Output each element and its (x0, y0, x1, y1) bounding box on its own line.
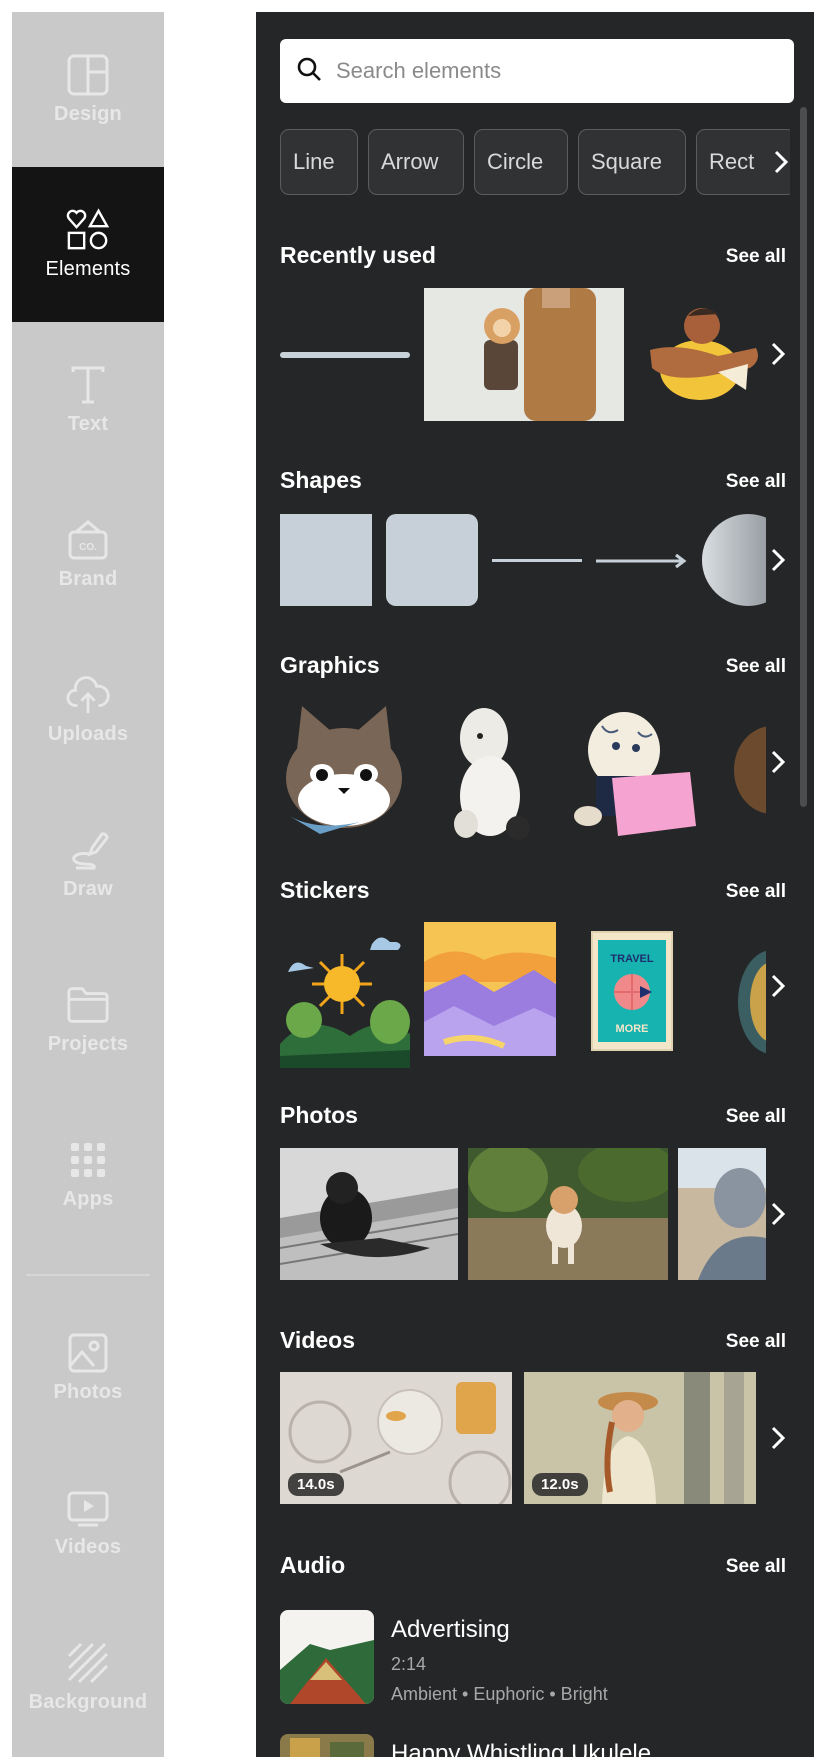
sidebar-item-photos[interactable]: Photos (12, 1290, 164, 1445)
section-title-photos: Photos (280, 1102, 358, 1128)
sidebar-item-design[interactable]: Design (12, 12, 164, 167)
graphic-dog-with-sign[interactable] (568, 706, 698, 842)
photo-black-dog[interactable] (280, 1148, 458, 1280)
pen-icon (66, 828, 110, 872)
audio-cover-advertising[interactable] (280, 1610, 374, 1704)
sidebar-item-label: Uploads (47, 723, 129, 745)
sidebar-item-label: Apps (62, 1188, 114, 1210)
video-thumbnail-woman-hat[interactable]: 12.0s (524, 1372, 756, 1504)
chevron-right-icon[interactable] (764, 1200, 792, 1228)
see-all-graphics-link[interactable]: See all (706, 656, 786, 678)
image-icon (66, 1331, 110, 1375)
chevron-right-icon[interactable] (766, 147, 796, 177)
search-box[interactable] (280, 39, 794, 103)
shape-square[interactable] (280, 514, 372, 606)
sticker-mountains[interactable] (424, 922, 556, 1056)
audio-track-tags: Ambient • Euphoric • Bright (391, 1684, 608, 1704)
sidebar-item-elements[interactable]: Elements (12, 167, 164, 322)
sidebar: Design Elements Text CO. Brand Uploads D… (12, 12, 164, 1757)
sidebar-item-label: Text (67, 413, 109, 435)
sidebar-item-text[interactable]: Text (12, 322, 164, 477)
section-title-stickers: Stickers (280, 877, 370, 903)
sidebar-item-label: Videos (54, 1536, 122, 1558)
photo-person-partial[interactable] (678, 1148, 766, 1280)
sidebar-item-background[interactable]: Background (12, 1600, 164, 1755)
svg-text:CO.: CO. (79, 542, 97, 553)
sidebar-item-projects[interactable]: Projects (12, 942, 164, 1097)
recent-graphic-person[interactable] (638, 298, 766, 410)
chip-line[interactable]: Line (280, 129, 358, 195)
sidebar-item-label: Elements (45, 258, 131, 280)
recent-photo-man-with-dog[interactable] (424, 288, 624, 421)
video-icon (66, 1486, 110, 1530)
sidebar-item-label: Design (54, 103, 122, 125)
cloud-upload-icon (66, 673, 110, 717)
photo-shiba-dog[interactable] (468, 1148, 668, 1280)
sidebar-item-apps[interactable]: Apps (12, 1097, 164, 1252)
text-icon (66, 363, 110, 407)
sidebar-item-label: Brand (58, 568, 118, 590)
search-icon (296, 56, 322, 87)
sidebar-item-label: Draw (63, 878, 113, 900)
chevron-right-icon[interactable] (764, 1424, 792, 1452)
audio-track-duration: 2:14 (391, 1654, 427, 1674)
audio-track-title[interactable]: Advertising (391, 1616, 510, 1644)
sticker-sun-landscape[interactable] (280, 924, 410, 1068)
chevron-right-icon[interactable] (764, 546, 792, 574)
sticker-travel-more[interactable]: TRAVEL MORE (590, 930, 674, 1052)
search-input[interactable] (336, 58, 776, 84)
layout-icon (66, 53, 110, 97)
video-thumbnail-drinks[interactable]: 14.0s (280, 1372, 512, 1504)
video-duration-badge: 14.0s (288, 1473, 344, 1496)
sidebar-item-uploads[interactable]: Uploads (12, 632, 164, 787)
background-pattern-icon (66, 1641, 110, 1685)
see-all-photos-link[interactable]: See all (706, 1106, 786, 1128)
folder-icon (66, 983, 110, 1027)
shape-line[interactable] (492, 559, 582, 562)
sidebar-item-videos[interactable]: Videos (12, 1445, 164, 1600)
see-all-stickers-link[interactable]: See all (706, 881, 786, 903)
sidebar-item-draw[interactable]: Draw (12, 787, 164, 942)
see-all-shapes-link[interactable]: See all (706, 471, 786, 493)
sidebar-item-label: Projects (47, 1033, 129, 1055)
section-title-shapes: Shapes (280, 467, 362, 493)
chip-arrow[interactable]: Arrow (368, 129, 464, 195)
section-title-videos: Videos (280, 1327, 355, 1353)
chevron-right-icon[interactable] (764, 340, 792, 368)
chip-square[interactable]: Square (578, 129, 686, 195)
chevron-right-icon[interactable] (764, 972, 792, 1000)
audio-track-title[interactable]: Happy Whistling Ukulele (391, 1740, 651, 1757)
elements-panel: Line Arrow Circle Square Rect Recently u… (256, 12, 814, 1757)
see-all-audio-link[interactable]: See all (706, 1556, 786, 1578)
svg-text:MORE: MORE (616, 1023, 649, 1035)
brand-kit-icon: CO. (66, 518, 110, 562)
audio-cover-ukulele[interactable] (280, 1734, 374, 1757)
grid-icon (66, 1138, 110, 1182)
shapes-icon (66, 208, 110, 252)
see-all-videos-link[interactable]: See all (706, 1331, 786, 1353)
scrollbar[interactable] (800, 107, 807, 807)
sticker-partial[interactable] (736, 948, 766, 1056)
video-duration-badge: 12.0s (532, 1473, 588, 1496)
graphic-cat[interactable] (280, 698, 408, 838)
sidebar-item-brand[interactable]: CO. Brand (12, 477, 164, 632)
graphic-partial[interactable] (732, 724, 766, 816)
shape-circle[interactable] (702, 514, 766, 606)
chip-circle[interactable]: Circle (474, 129, 568, 195)
svg-text:TRAVEL: TRAVEL (610, 953, 653, 965)
sidebar-item-label: Photos (53, 1381, 123, 1403)
shape-rounded-square[interactable] (386, 514, 478, 606)
shape-arrow[interactable] (596, 552, 688, 570)
sidebar-divider (26, 1274, 150, 1276)
chevron-right-icon[interactable] (764, 748, 792, 776)
filter-chips: Line Arrow Circle Square Rect (280, 129, 790, 195)
graphic-white-dog[interactable] (444, 704, 536, 842)
section-title-recent: Recently used (280, 242, 436, 268)
sidebar-item-label: Background (28, 1691, 148, 1713)
section-title-graphics: Graphics (280, 652, 380, 678)
see-all-recent-link[interactable]: See all (706, 246, 786, 268)
section-title-audio: Audio (280, 1552, 346, 1578)
recent-line-element[interactable] (280, 352, 410, 358)
